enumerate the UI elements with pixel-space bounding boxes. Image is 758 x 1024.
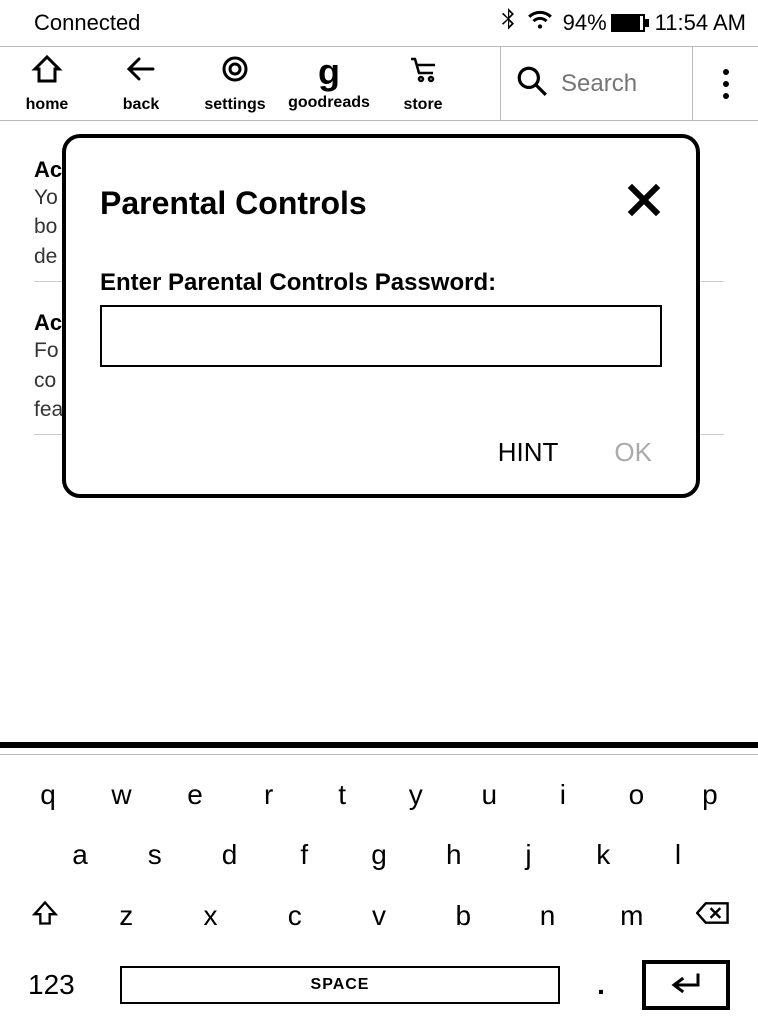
clock: 11:54 AM — [655, 10, 746, 36]
key-t[interactable]: t — [322, 779, 362, 811]
key-f[interactable]: f — [284, 839, 324, 871]
gear-icon — [219, 53, 251, 90]
close-button[interactable] — [626, 182, 662, 225]
key-h[interactable]: h — [434, 839, 474, 871]
space-key[interactable]: SPACE — [120, 966, 560, 1004]
numeric-toggle-key[interactable]: 123 — [28, 969, 98, 1001]
key-e[interactable]: e — [175, 779, 215, 811]
shift-key[interactable] — [28, 899, 62, 932]
key-d[interactable]: d — [210, 839, 250, 871]
back-label: back — [123, 96, 159, 114]
search-input[interactable] — [561, 70, 678, 98]
status-bar: Connected 94% 11:54 AM — [0, 0, 758, 47]
shift-icon — [28, 914, 62, 931]
password-input[interactable] — [100, 305, 662, 367]
settings-label: settings — [204, 96, 265, 114]
cart-icon — [407, 53, 439, 90]
key-z[interactable]: z — [106, 900, 146, 932]
store-label: store — [403, 96, 442, 114]
connection-status: Connected — [34, 10, 140, 36]
enter-icon — [668, 971, 704, 1000]
home-label: home — [26, 96, 69, 114]
wifi-icon — [527, 10, 553, 36]
dialog-title: Parental Controls — [100, 185, 367, 222]
key-j[interactable]: j — [509, 839, 549, 871]
password-label: Enter Parental Controls Password: — [100, 269, 662, 297]
hint-button[interactable]: HINT — [498, 437, 559, 468]
home-icon — [31, 53, 63, 90]
key-r[interactable]: r — [249, 779, 289, 811]
key-m[interactable]: m — [612, 900, 652, 932]
key-n[interactable]: n — [528, 900, 568, 932]
key-u[interactable]: u — [469, 779, 509, 811]
key-l[interactable]: l — [658, 839, 698, 871]
key-k[interactable]: k — [583, 839, 623, 871]
battery-icon — [611, 14, 645, 32]
backspace-icon — [696, 914, 730, 931]
key-c[interactable]: c — [275, 900, 315, 932]
search-area[interactable] — [500, 47, 692, 120]
keyboard-row-3: z x c v b n m — [28, 899, 730, 932]
key-g[interactable]: g — [359, 839, 399, 871]
on-screen-keyboard: q w e r t y u i o p a s d f g h j k l — [0, 742, 758, 1024]
close-icon — [626, 183, 662, 227]
back-arrow-icon — [125, 53, 157, 90]
key-p[interactable]: p — [690, 779, 730, 811]
back-button[interactable]: back — [94, 47, 188, 120]
settings-button[interactable]: settings — [188, 47, 282, 120]
search-icon — [515, 64, 549, 103]
key-q[interactable]: q — [28, 779, 68, 811]
keyboard-row-2: a s d f g h j k l — [28, 839, 730, 871]
toolbar: home back settings g goodreads store — [0, 47, 758, 121]
goodreads-button[interactable]: g goodreads — [282, 47, 376, 120]
keyboard-row-1: q w e r t y u i o p — [28, 779, 730, 811]
more-menu-button[interactable] — [692, 47, 758, 120]
ok-button[interactable]: OK — [614, 437, 652, 468]
store-button[interactable]: store — [376, 47, 470, 120]
battery-percent: 94% — [563, 10, 607, 36]
key-i[interactable]: i — [543, 779, 583, 811]
key-w[interactable]: w — [102, 779, 142, 811]
key-s[interactable]: s — [135, 839, 175, 871]
key-v[interactable]: v — [359, 900, 399, 932]
key-o[interactable]: o — [616, 779, 656, 811]
kebab-icon — [723, 69, 729, 99]
goodreads-icon: g — [318, 56, 340, 88]
key-x[interactable]: x — [191, 900, 231, 932]
period-key[interactable]: . — [582, 969, 620, 1001]
home-button[interactable]: home — [0, 47, 94, 120]
keyboard-row-4: 123 SPACE . — [28, 960, 730, 1010]
bluetooth-icon — [499, 8, 517, 38]
key-b[interactable]: b — [443, 900, 483, 932]
parental-controls-dialog: Parental Controls Enter Parental Control… — [62, 134, 700, 498]
key-y[interactable]: y — [396, 779, 436, 811]
enter-key[interactable] — [642, 960, 730, 1010]
goodreads-label: goodreads — [288, 94, 370, 112]
backspace-key[interactable] — [696, 899, 730, 932]
key-a[interactable]: a — [60, 839, 100, 871]
